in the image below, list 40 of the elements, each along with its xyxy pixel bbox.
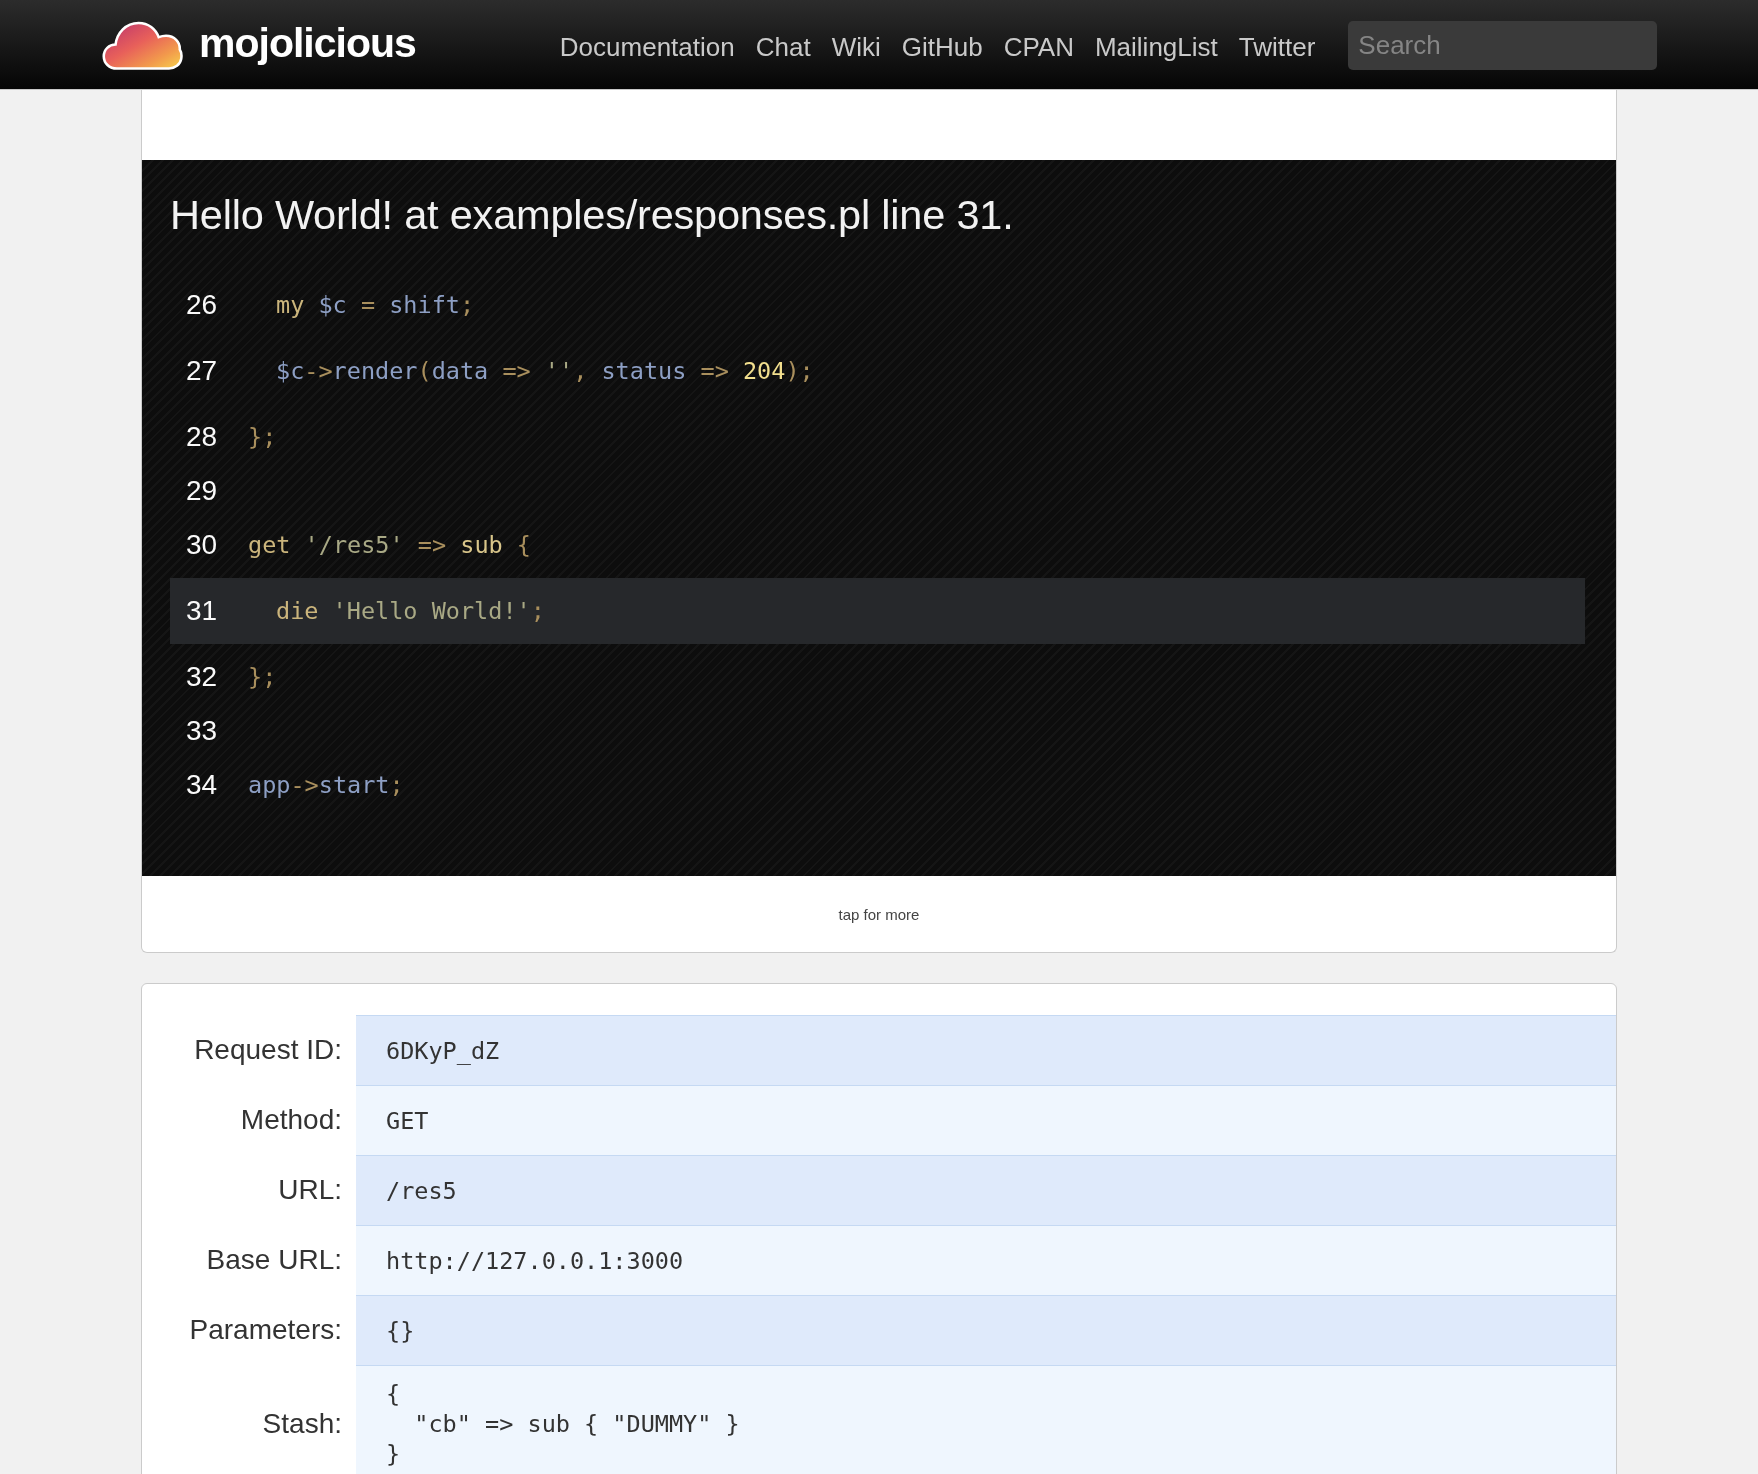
cloud-logo-icon[interactable] — [102, 20, 183, 71]
search-field[interactable]: Search — [1348, 21, 1658, 70]
line-number: 27 — [185, 354, 219, 388]
field-label: URL: — [278, 1174, 342, 1206]
site-name[interactable]: mojolicious — [199, 23, 416, 64]
field-label: Stash: — [262, 1407, 342, 1440]
code-line: my $c = shift; — [275, 290, 475, 321]
line-number: 33 — [185, 714, 219, 748]
line-number: 29 — [185, 474, 219, 508]
field-value: GET — [356, 1085, 1616, 1155]
nav-link[interactable]: Documentation — [559, 30, 735, 63]
field-value: /res5 — [356, 1155, 1616, 1225]
nav-link[interactable]: Chat — [755, 30, 811, 63]
line-number: 34 — [185, 768, 219, 802]
nav-link[interactable]: CPAN — [1003, 30, 1074, 63]
field-value: { "cb" => sub { "DUMMY" } } — [356, 1365, 1616, 1474]
nav-link[interactable]: Wiki — [831, 30, 881, 63]
line-number: 30 — [185, 528, 219, 562]
code-line: get '/res5' => sub { — [248, 530, 531, 561]
nav-link[interactable]: GitHub — [901, 30, 983, 63]
code-line: app->start; — [248, 770, 404, 801]
field-value: 6DKyP_dZ — [356, 1015, 1616, 1085]
code-line: }; — [248, 422, 277, 453]
field-value: {} — [356, 1295, 1616, 1365]
field-label: Method: — [240, 1104, 342, 1136]
nav-link[interactable]: Twitter — [1238, 30, 1316, 63]
line-number: 31 — [185, 594, 219, 628]
code-line: }; — [248, 662, 277, 693]
line-number: 28 — [185, 420, 219, 454]
field-label: Base URL: — [206, 1244, 342, 1276]
nav-link[interactable]: MailingList — [1094, 30, 1218, 63]
error-title: Hello World! at examples/responses.pl line 31. — [170, 192, 1015, 238]
line-number: 32 — [185, 660, 219, 694]
field-label: Request ID: — [194, 1034, 342, 1066]
more-link[interactable]: tap for more — [838, 905, 920, 923]
line-number: 26 — [185, 288, 219, 322]
code-line: $c->render(data => '', status => 204); — [275, 356, 814, 387]
field-value: http://127.0.0.1:3000 — [356, 1225, 1616, 1295]
code-line: die 'Hello World!'; — [275, 596, 545, 627]
field-label: Parameters: — [189, 1314, 342, 1346]
